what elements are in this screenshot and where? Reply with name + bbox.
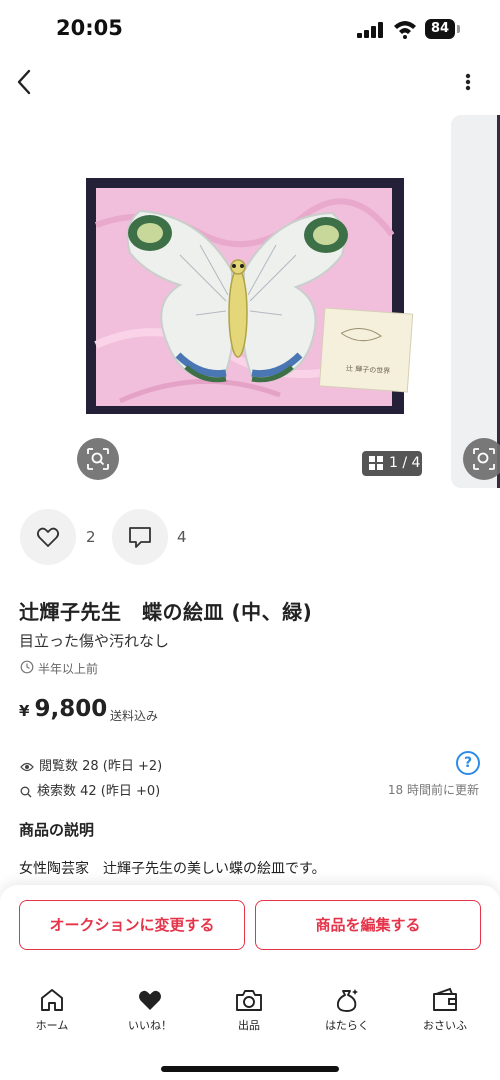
grid-icon — [369, 456, 383, 470]
butterfly-plate-image — [86, 178, 414, 414]
chevron-left-icon — [17, 69, 31, 95]
heart-icon — [139, 990, 161, 1010]
tab-home-label: ホーム — [35, 1019, 69, 1032]
search-text: 検索数 42 (昨日 +0) — [37, 784, 161, 799]
listed-time: 半年以上前 — [38, 662, 99, 676]
comment-icon — [129, 527, 151, 548]
next-photo-preview[interactable] — [451, 115, 500, 488]
price-value: 9,800 — [34, 696, 108, 722]
like-button[interactable] — [20, 509, 76, 565]
nav-bar — [0, 58, 500, 108]
action-panel: オークションに変更する 商品を編集する ホーム いいね！ 出品 はたらく おさい… — [0, 885, 500, 1080]
description-body: 女性陶芸家 辻輝子先生の美しい蝶の絵皿です。 — [19, 861, 326, 877]
tab-bar: ホーム いいね！ 出品 はたらく おさいふ — [0, 980, 500, 1040]
photo-counter-text: 1 / 4 — [389, 455, 421, 471]
edit-item-button[interactable]: 商品を編集する — [255, 900, 481, 950]
tab-likes-label: いいね！ — [128, 1019, 172, 1032]
search-stat: 検索数 42 (昨日 +0) — [20, 780, 160, 799]
battery-level: 84 — [425, 19, 455, 39]
tab-home[interactable]: ホーム — [12, 980, 92, 1040]
comment-button[interactable] — [112, 509, 168, 565]
tab-wallet-label: おさいふ — [423, 1019, 467, 1032]
signal-icon — [357, 22, 383, 38]
item-title: 辻輝子先生 蝶の絵皿 (中、緑) — [19, 600, 313, 624]
eye-icon — [20, 762, 34, 771]
tab-work[interactable]: はたらく — [307, 980, 387, 1040]
tab-wallet[interactable]: おさいふ — [405, 980, 485, 1040]
wallet-icon — [433, 987, 457, 1011]
item-condition: 目立った傷や汚れなし — [19, 632, 170, 650]
search-icon — [20, 786, 32, 797]
wifi-icon — [394, 21, 416, 39]
price: ¥ 9,800 — [19, 696, 107, 722]
home-indicator — [161, 1066, 339, 1072]
tab-sell[interactable]: 出品 — [209, 980, 289, 1040]
shipping-label: 送料込み — [110, 709, 159, 723]
description-heading: 商品の説明 — [19, 821, 95, 839]
price-symbol: ¥ — [19, 702, 30, 720]
change-to-auction-button[interactable]: オークションに変更する — [19, 900, 245, 950]
tab-likes[interactable]: いいね！ — [110, 980, 190, 1040]
heart-outline-icon — [36, 527, 60, 547]
status-time: 20:05 — [56, 16, 123, 40]
product-photo[interactable]: 辻 輝子の世界 — [0, 115, 446, 490]
money-bag-icon — [336, 989, 358, 1012]
tab-sell-label: 出品 — [238, 1019, 260, 1032]
photo-counter: 1 / 4 — [362, 451, 422, 476]
views-text: 閲覧数 28 (昨日 +2) — [39, 759, 163, 774]
more-options-button[interactable] — [456, 66, 480, 100]
zoom-button[interactable] — [77, 438, 119, 480]
photo-gallery[interactable]: 辻 輝子の世界 — [0, 115, 500, 490]
back-button[interactable] — [10, 64, 40, 100]
like-count: 2 — [86, 528, 96, 546]
clock-icon — [20, 660, 34, 674]
next-zoom-button[interactable] — [463, 438, 500, 480]
status-bar: 20:05 84 — [0, 0, 500, 58]
scan-search-icon — [87, 448, 109, 470]
more-vertical-icon — [465, 73, 471, 91]
camera-icon — [236, 990, 262, 1011]
tab-work-label: はたらく — [325, 1019, 369, 1032]
views-stat: 閲覧数 28 (昨日 +2) — [20, 755, 162, 774]
updated-time: 18 時間前に更新 — [387, 783, 479, 797]
comment-count: 4 — [177, 528, 187, 546]
battery-indicator: 84 — [425, 19, 461, 39]
scan-search-icon — [473, 448, 495, 470]
help-icon[interactable]: ? — [456, 751, 480, 775]
home-icon — [41, 989, 63, 1011]
battery-tip — [457, 25, 460, 33]
